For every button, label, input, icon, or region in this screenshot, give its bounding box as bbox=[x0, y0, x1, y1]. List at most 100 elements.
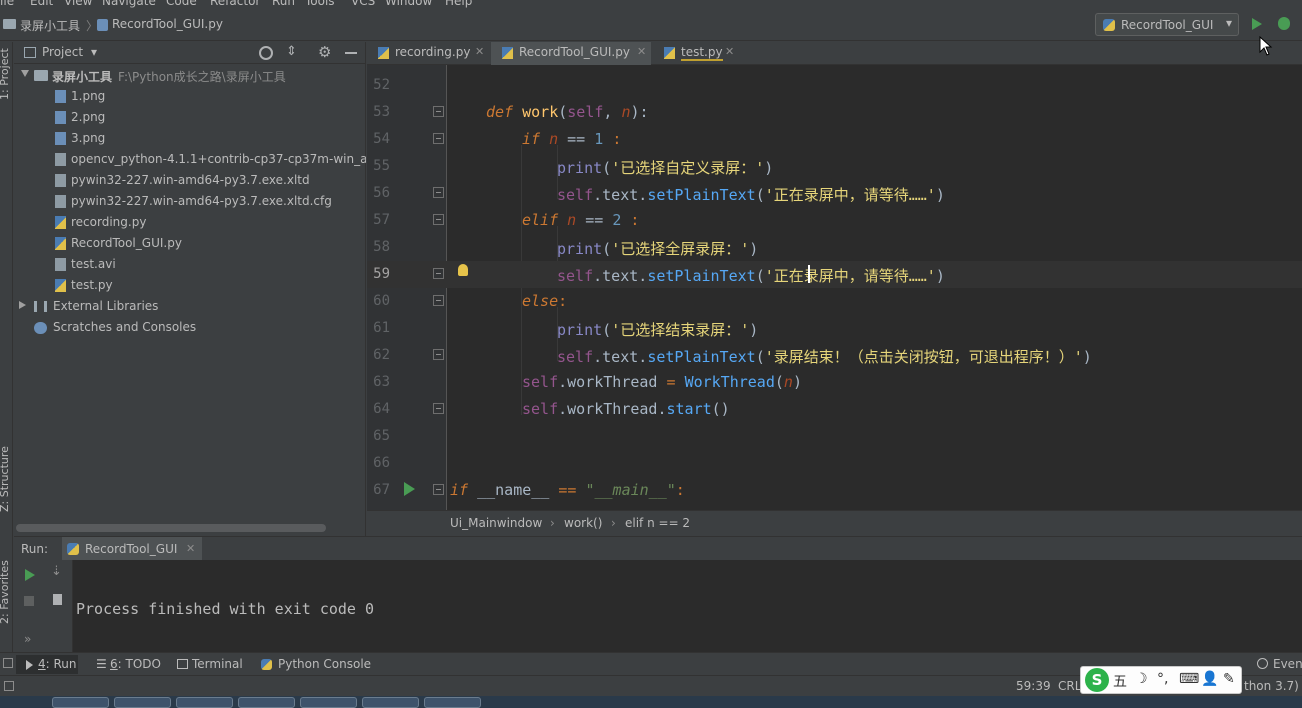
more-icon[interactable]: » bbox=[24, 632, 31, 646]
fold-icon[interactable] bbox=[433, 268, 444, 279]
wrench-icon[interactable]: ✎ bbox=[1223, 671, 1235, 687]
run-button[interactable] bbox=[1252, 18, 1262, 30]
tab-recordtool-gui[interactable]: RecordTool_GUI.py ✕ bbox=[491, 42, 651, 65]
fold-icon[interactable] bbox=[433, 403, 444, 414]
tree-file[interactable]: pywin32-227.win-amd64-py3.7.exe.xltd.cfg bbox=[14, 191, 366, 212]
run-configuration-select[interactable]: RecordTool_GUI ▾ bbox=[1095, 13, 1239, 36]
taskbar-app[interactable] bbox=[300, 697, 357, 708]
run-tab[interactable]: RecordTool_GUI ✕ bbox=[62, 537, 202, 561]
code-editor[interactable]: 52 53 def work(self, n): 54 if n == 1 : … bbox=[367, 65, 1302, 510]
menu-file[interactable]: File bbox=[0, 0, 14, 8]
locate-icon[interactable] bbox=[259, 46, 273, 60]
tree-file[interactable]: recording.py bbox=[14, 212, 366, 233]
tree-file[interactable]: 1.png bbox=[14, 86, 366, 107]
tree-file[interactable]: RecordTool_GUI.py bbox=[14, 233, 366, 254]
menu-view[interactable]: View bbox=[64, 0, 92, 8]
ime-mode[interactable]: 五 bbox=[1113, 671, 1127, 691]
close-icon[interactable]: ✕ bbox=[725, 45, 734, 58]
user-icon[interactable]: 👤 bbox=[1201, 671, 1218, 687]
image-file-icon bbox=[55, 132, 66, 145]
lightbulb-icon[interactable] bbox=[458, 264, 468, 276]
tree-root-folder[interactable]: 录屏小工具 F:\Python成长之路\录屏小工具 bbox=[14, 65, 366, 86]
close-icon[interactable]: ✕ bbox=[186, 542, 195, 555]
gear-icon[interactable]: ⚙ bbox=[318, 43, 331, 61]
menu-refactor[interactable]: Refactor bbox=[210, 0, 260, 8]
moon-icon[interactable]: ☽ bbox=[1135, 671, 1148, 687]
punctuation-icon[interactable]: °, bbox=[1157, 671, 1168, 687]
structure-tool-window-button[interactable]: Z: Structure bbox=[0, 446, 11, 512]
fold-icon[interactable] bbox=[433, 295, 444, 306]
breadcrumb-file[interactable]: RecordTool_GUI.py bbox=[112, 17, 223, 31]
event-log-button[interactable]: Event bbox=[1273, 657, 1302, 671]
scroll-to-end-icon[interactable]: ⇣ bbox=[51, 564, 62, 579]
breadcrumb-class[interactable]: Ui_Mainwindow bbox=[450, 516, 542, 530]
interpreter-label[interactable]: thon 3.7) bbox=[1244, 679, 1299, 693]
caret-position[interactable]: 59:39 bbox=[1016, 679, 1051, 693]
python-file-icon bbox=[55, 279, 66, 292]
menu-code[interactable]: Code bbox=[166, 0, 197, 8]
tab-run[interactable]: 4: Run bbox=[16, 655, 78, 674]
tree-file[interactable]: test.avi bbox=[14, 254, 366, 275]
trash-icon[interactable] bbox=[53, 594, 62, 605]
menu-run[interactable]: Run bbox=[272, 0, 295, 8]
python-file-icon bbox=[55, 216, 66, 229]
tab-test[interactable]: test.py ✕ bbox=[653, 42, 741, 65]
horizontal-scrollbar[interactable] bbox=[16, 524, 326, 532]
hide-icon[interactable] bbox=[345, 52, 357, 54]
close-icon[interactable]: ✕ bbox=[637, 45, 646, 58]
project-view-select[interactable]: Project bbox=[42, 45, 83, 59]
menu-navigate[interactable]: Navigate bbox=[102, 0, 156, 8]
menu-help[interactable]: Help bbox=[445, 0, 472, 8]
status-toggle-icon[interactable] bbox=[4, 681, 14, 691]
taskbar-app[interactable] bbox=[114, 697, 171, 708]
panel-toggle-icon[interactable] bbox=[3, 658, 13, 668]
tab-python-console[interactable]: Python Console bbox=[258, 655, 371, 674]
line-number: 62 bbox=[373, 347, 390, 363]
tab-recording[interactable]: recording.py ✕ bbox=[367, 42, 489, 65]
code-line: 55 print('已选择自定义录屏：') bbox=[367, 153, 1302, 180]
debug-button[interactable] bbox=[1278, 17, 1290, 30]
fold-icon[interactable] bbox=[433, 349, 444, 360]
fold-icon[interactable] bbox=[433, 187, 444, 198]
run-console[interactable]: Process finished with exit code 0 bbox=[73, 560, 1302, 652]
tree-file[interactable]: opencv_python-4.1.1+contrib-cp37-cp37m-w… bbox=[14, 149, 366, 170]
tree-file[interactable]: pywin32-227.win-amd64-py3.7.exe.xltd bbox=[14, 170, 366, 191]
fold-icon[interactable] bbox=[433, 214, 444, 225]
collapse-all-icon[interactable]: ⇕ bbox=[286, 44, 297, 59]
fold-icon[interactable] bbox=[433, 484, 444, 495]
menu-vcs[interactable]: VCS bbox=[351, 0, 375, 8]
breadcrumb-block[interactable]: elif n == 2 bbox=[625, 516, 690, 530]
line-number: 67 bbox=[373, 482, 390, 498]
tab-terminal[interactable]: Terminal bbox=[174, 655, 246, 674]
menu-window[interactable]: Window bbox=[385, 0, 432, 8]
self-keyword: self bbox=[522, 400, 559, 418]
keyboard-icon[interactable]: ⌨ bbox=[1179, 671, 1199, 687]
taskbar-app[interactable] bbox=[176, 697, 233, 708]
rerun-icon[interactable] bbox=[25, 569, 35, 581]
tree-file[interactable]: 3.png bbox=[14, 128, 366, 149]
favorites-tool-window-button[interactable]: 2: Favorites bbox=[0, 560, 11, 624]
tree-scratches[interactable]: Scratches and Consoles bbox=[14, 317, 366, 338]
line-separator[interactable]: CRL bbox=[1058, 679, 1081, 693]
tab-todo[interactable]: ☰ 6: TODO bbox=[92, 655, 164, 674]
stop-icon[interactable] bbox=[24, 596, 34, 606]
tree-external-libraries[interactable]: External Libraries bbox=[14, 296, 366, 317]
fold-icon[interactable] bbox=[433, 106, 444, 117]
taskbar-app[interactable] bbox=[238, 697, 295, 708]
taskbar-app[interactable] bbox=[362, 697, 419, 708]
run-gutter-icon[interactable] bbox=[404, 482, 415, 496]
python-icon bbox=[261, 659, 272, 670]
breadcrumb-project[interactable]: 录屏小工具 bbox=[20, 17, 80, 34]
fold-icon[interactable] bbox=[433, 133, 444, 144]
taskbar-app[interactable] bbox=[424, 697, 481, 708]
project-tool-window-button[interactable]: 1: Project bbox=[0, 48, 11, 100]
chevron-down-icon[interactable]: ▾ bbox=[91, 45, 97, 59]
tree-file[interactable]: 2.png bbox=[14, 107, 366, 128]
tree-file[interactable]: test.py bbox=[14, 275, 366, 296]
menu-tools[interactable]: Tools bbox=[305, 0, 335, 8]
breadcrumb-method[interactable]: work() bbox=[564, 516, 602, 530]
taskbar-app[interactable] bbox=[52, 697, 109, 708]
ime-toolbar[interactable]: S 五 ☽ °, ⌨ 👤 ✎ bbox=[1080, 666, 1242, 694]
menu-edit[interactable]: Edit bbox=[30, 0, 53, 8]
close-icon[interactable]: ✕ bbox=[475, 45, 484, 58]
